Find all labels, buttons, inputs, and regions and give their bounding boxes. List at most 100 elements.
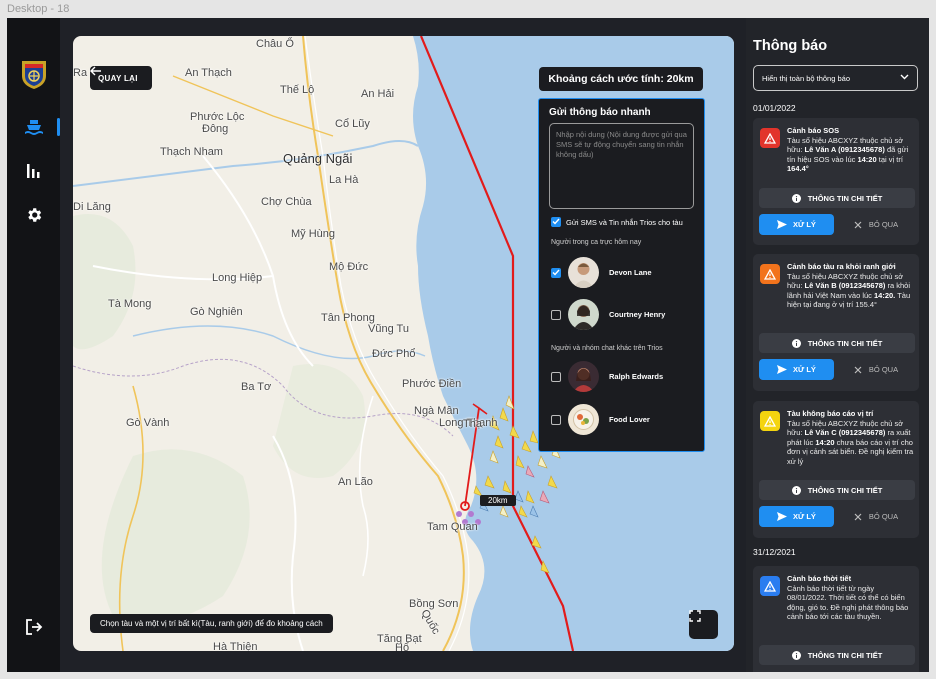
check-icon [552, 269, 560, 276]
info-icon [791, 193, 801, 203]
send-icon [777, 512, 788, 521]
place-label: Vũng Tu [368, 323, 409, 335]
recipient-item[interactable]: Food Lover [549, 404, 699, 438]
send-icon [777, 220, 788, 229]
alert-triangle-icon [760, 576, 780, 596]
handle-button[interactable]: XỬ LÝ [759, 359, 834, 380]
notification-card: Cảnh báo SOS Tàu số hiệu ABCXYZ thuộc ch… [753, 118, 919, 245]
close-icon [854, 221, 862, 228]
fullscreen-icon [689, 610, 701, 622]
send-icon [777, 365, 788, 374]
skip-button[interactable]: BỎ QUA [845, 214, 907, 235]
close-icon [854, 366, 862, 373]
back-button[interactable]: QUAY LẠI [90, 66, 152, 90]
recipient-item[interactable]: Devon Lane [549, 257, 699, 291]
skip-button[interactable]: BỎ QUA [845, 359, 907, 380]
sms-checkbox[interactable] [551, 217, 561, 227]
map-view[interactable]: Châu Ổ Thế Lộ An Thạch An Hải Phước Lộc … [73, 36, 734, 651]
info-icon [791, 338, 801, 348]
place-label: Ba Tơ [241, 381, 272, 393]
date-header: 31/12/2021 [753, 547, 796, 557]
nav-settings-button[interactable] [19, 202, 49, 228]
recipient-checkbox[interactable] [551, 310, 561, 320]
place-label: Thạch Nham [160, 146, 223, 158]
nav-stats-button[interactable] [19, 158, 49, 184]
alert-triangle-icon [760, 264, 780, 284]
notification-body: Tàu số hiệu ABCXYZ thuộc chủ sở hữu: Lê … [787, 272, 911, 310]
distance-tag: 20km [480, 495, 516, 506]
place-label: Quảng Ngãi [283, 151, 353, 166]
sms-checkbox-label: Gửi SMS và Tin nhắn Trios cho tàu [566, 218, 683, 227]
recipient-item[interactable]: Ralph Edwards [549, 361, 699, 395]
notifications-title: Thông báo [753, 38, 828, 54]
place-label: Thạ [463, 418, 482, 430]
notification-body: Cảnh báo thời tiết từ ngày 08/01/2022. T… [787, 584, 909, 622]
logout-button[interactable] [19, 614, 49, 640]
on-duty-heading: Người trong ca trực hôm nay [551, 239, 642, 246]
recipient-name: Devon Lane [609, 268, 652, 277]
place-label: Châu Ổ [256, 38, 294, 50]
place-label: Hổ [395, 642, 410, 651]
avatar [568, 361, 599, 392]
place-label: Tà Mong [108, 298, 152, 310]
avatar [568, 299, 599, 330]
check-icon [552, 218, 560, 225]
notification-title: Cảnh báo tàu ra khỏi ranh giới [787, 262, 896, 271]
recipient-name: Courtney Henry [609, 310, 666, 319]
place-label: An Lão [338, 476, 373, 488]
alert-triangle-icon [760, 128, 780, 148]
place-label: Bồng Sơn [409, 598, 459, 610]
place-label: Phước Lộc [190, 111, 245, 123]
place-label: An Hải [361, 88, 395, 100]
ship-icon [25, 120, 43, 135]
notification-card: Tàu không báo cáo vị trí Tàu số hiệu ABC… [753, 401, 919, 538]
coast-guard-logo [20, 58, 48, 90]
detail-button[interactable]: THÔNG TIN CHI TIẾT [759, 645, 915, 665]
settings-icon [28, 208, 42, 222]
nav-ship-button[interactable] [19, 114, 49, 140]
place-label: Phước Điền [402, 378, 462, 390]
date-header: 01/01/2022 [753, 103, 796, 113]
recipient-checkbox[interactable] [551, 268, 561, 278]
info-icon [791, 485, 801, 495]
place-label: Gò Vành [126, 417, 170, 429]
fullscreen-button[interactable] [689, 610, 718, 639]
place-label: Hà Thiện [213, 641, 258, 651]
recipient-name: Ralph Edwards [609, 372, 664, 381]
place-label: Mộ Đức [329, 261, 369, 273]
handle-button[interactable]: XỬ LÝ [759, 506, 834, 527]
recipient-item[interactable]: Courtney Henry [549, 299, 699, 333]
others-heading: Người và nhóm chat khác trên Trios [551, 345, 663, 352]
detail-button[interactable]: THÔNG TIN CHI TIẾT [759, 333, 915, 353]
place-label: An Thạch [185, 67, 232, 79]
handle-button[interactable]: XỬ LÝ [759, 214, 834, 235]
back-button-label: QUAY LẠI [98, 73, 138, 83]
notification-body: Tàu số hiệu ABCXYZ thuộc chủ sở hữu: Lê … [787, 136, 909, 174]
message-input[interactable] [549, 123, 694, 209]
notification-title: Cảnh báo SOS [787, 126, 840, 135]
notification-card: Cảnh báo tàu ra khỏi ranh giới Tàu số hi… [753, 254, 919, 391]
sidebar [7, 18, 60, 672]
place-label: Chợ Chùa [261, 196, 312, 208]
detail-button[interactable]: THÔNG TIN CHI TIẾT [759, 188, 915, 208]
skip-button[interactable]: BỎ QUA [845, 506, 907, 527]
notification-body: Tàu số hiệu ABCXYZ thuộc chủ sở hữu: Lê … [787, 419, 914, 466]
notifications-panel: Thông báo Hiển thị toàn bộ thông báo 01/… [746, 18, 929, 672]
chevron-down-icon [900, 74, 909, 80]
notification-title: Cảnh báo thời tiết [787, 574, 852, 583]
logout-icon [26, 619, 43, 635]
place-label: Di Lăng [73, 201, 111, 213]
recipient-checkbox[interactable] [551, 372, 561, 382]
notification-filter-select[interactable]: Hiển thị toàn bộ thông báo [753, 65, 918, 91]
place-label: Tân Phong [321, 312, 375, 324]
place-label: Tam Quan [427, 521, 478, 533]
notification-card: Cảnh báo thời tiết Cảnh báo thời tiết từ… [753, 566, 919, 672]
place-label: Long Hiệp [212, 272, 263, 284]
avatar [568, 404, 599, 435]
place-label: Đông [202, 123, 229, 135]
measure-hint: Chọn tàu và một vị trí bất kì(Tàu, ranh … [90, 614, 333, 633]
app-window: Châu Ổ Thế Lộ An Thạch An Hải Phước Lộc … [7, 18, 929, 672]
alert-triangle-icon [760, 411, 780, 431]
recipient-checkbox[interactable] [551, 415, 561, 425]
detail-button[interactable]: THÔNG TIN CHI TIẾT [759, 480, 915, 500]
